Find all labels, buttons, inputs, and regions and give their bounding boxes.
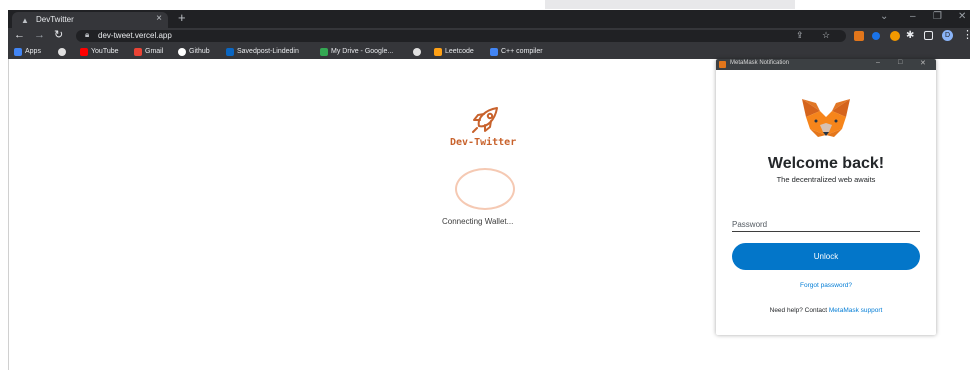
color-picker-extension-icon[interactable] — [890, 31, 900, 41]
chrome-icon — [413, 47, 421, 56]
lock-icon[interactable]: 🔒︎ — [85, 30, 89, 40]
tab-close-icon[interactable]: × — [156, 13, 162, 24]
close-window-icon[interactable]: ✕ — [958, 11, 966, 22]
welcome-heading: Welcome back! — [767, 155, 885, 172]
bookmark-label: Savedpost-Lindedin — [237, 48, 299, 55]
tab-title: DevTwitter — [36, 15, 74, 24]
metamask-support-link[interactable]: MetaMask support — [829, 307, 882, 314]
tab-devtwitter[interactable]: ▲ DevTwitter × — [12, 12, 168, 28]
url-text[interactable]: dev-tweet.vercel.app — [98, 31, 172, 40]
metamask-small-icon — [719, 61, 726, 68]
side-panel-icon[interactable] — [924, 31, 933, 40]
bookmark-label: C++ compiler — [501, 48, 543, 55]
bookmark-apps[interactable]: Apps — [14, 46, 41, 57]
bookmark-chrome[interactable] — [58, 46, 66, 57]
back-arrow-icon[interactable]: ← — [14, 29, 25, 42]
bookmark-label: Leetcode — [445, 48, 474, 55]
bookmark-linkedin[interactable]: Savedpost-Lindedin — [226, 46, 299, 57]
bookmark-chrome-2[interactable] — [413, 46, 421, 57]
bookmark-label: YouTube — [91, 48, 119, 55]
bookmark-label: Apps — [25, 48, 41, 55]
bookmark-star-icon[interactable]: ☆ — [822, 30, 830, 41]
forgot-password-link[interactable]: Forgot password? — [716, 282, 936, 289]
bookmark-label: Gmail — [145, 48, 164, 55]
help-text: Need help? Contact MetaMask support — [716, 307, 936, 314]
tab-strip: ▲ DevTwitter × + ⌄ – ❐ ✕ — [8, 10, 970, 28]
leetcode-icon — [434, 47, 442, 56]
help-prefix: Need help? Contact — [769, 307, 829, 314]
tab-search-icon[interactable]: ⌄ — [880, 11, 888, 22]
tab-favicon-icon: ▲ — [21, 16, 29, 25]
linkedin-icon — [226, 47, 234, 56]
bookmark-gmail[interactable]: Gmail — [134, 46, 163, 57]
metamask-titlebar: MetaMask Notification – □ ✕ — [716, 59, 936, 70]
bookmark-youtube[interactable]: YouTube — [80, 46, 119, 57]
bookmark-leetcode[interactable]: Leetcode — [434, 46, 474, 57]
metamask-window-title: MetaMask Notification — [730, 60, 790, 66]
github-icon — [178, 47, 186, 56]
apps-grid-icon — [14, 47, 22, 56]
bookmark-label: Github — [189, 48, 210, 55]
metamask-notification-window: MetaMask Notification – □ ✕ Welcome back… — [716, 59, 936, 335]
extensions-puzzle-icon[interactable]: ✱ — [906, 29, 914, 42]
minimize-window-icon[interactable]: – — [910, 11, 916, 22]
unlock-button[interactable]: Unlock — [732, 243, 920, 270]
reload-icon[interactable]: ↻ — [54, 29, 63, 42]
close-icon[interactable]: ✕ — [920, 59, 926, 67]
chrome-menu-icon[interactable]: ⋮ — [962, 29, 970, 42]
maximize-window-icon[interactable]: ❐ — [933, 11, 942, 22]
loading-spinner — [455, 168, 515, 210]
metamask-extension-icon[interactable] — [854, 31, 864, 41]
password-field[interactable] — [732, 217, 920, 232]
connecting-status-text: Connecting Wallet... — [442, 217, 514, 226]
cpp-icon — [490, 47, 498, 56]
bookmark-label: My Drive - Google... — [331, 48, 394, 55]
app-title: Dev-Twitter — [450, 137, 517, 148]
forward-arrow-icon[interactable]: → — [34, 29, 45, 42]
chrome-icon — [58, 47, 66, 56]
bookmark-google-drive[interactable]: My Drive - Google... — [320, 46, 393, 57]
google-drive-icon — [320, 47, 328, 56]
gmail-icon — [134, 47, 142, 56]
minimize-icon[interactable]: – — [876, 59, 880, 66]
welcome-subtitle: The decentralized web awaits — [776, 175, 876, 184]
maximize-icon[interactable]: □ — [898, 59, 902, 66]
metamask-fox-icon — [802, 99, 850, 137]
profile-avatar[interactable]: D — [942, 30, 953, 41]
navigation-bar: ← → ↻ 🔒︎ dev-tweet.vercel.app ⇪ ☆ ✱ D ⋮ — [8, 28, 970, 44]
window-top-strip — [0, 0, 970, 10]
youtube-icon — [80, 47, 88, 56]
bookmark-github[interactable]: Github — [178, 46, 210, 57]
share-icon[interactable]: ⇪ — [796, 30, 804, 41]
rocket-logo-icon — [472, 107, 498, 133]
extension-icon[interactable] — [872, 32, 880, 40]
background-window-edge — [545, 0, 795, 9]
address-bar[interactable]: 🔒︎ dev-tweet.vercel.app ⇪ ☆ — [76, 30, 846, 42]
new-tab-button[interactable]: + — [178, 11, 186, 25]
bookmark-cpp-compiler[interactable]: C++ compiler — [490, 46, 543, 57]
bookmarks-bar: Apps YouTube Gmail Github Savedpost-Lind… — [8, 44, 970, 59]
